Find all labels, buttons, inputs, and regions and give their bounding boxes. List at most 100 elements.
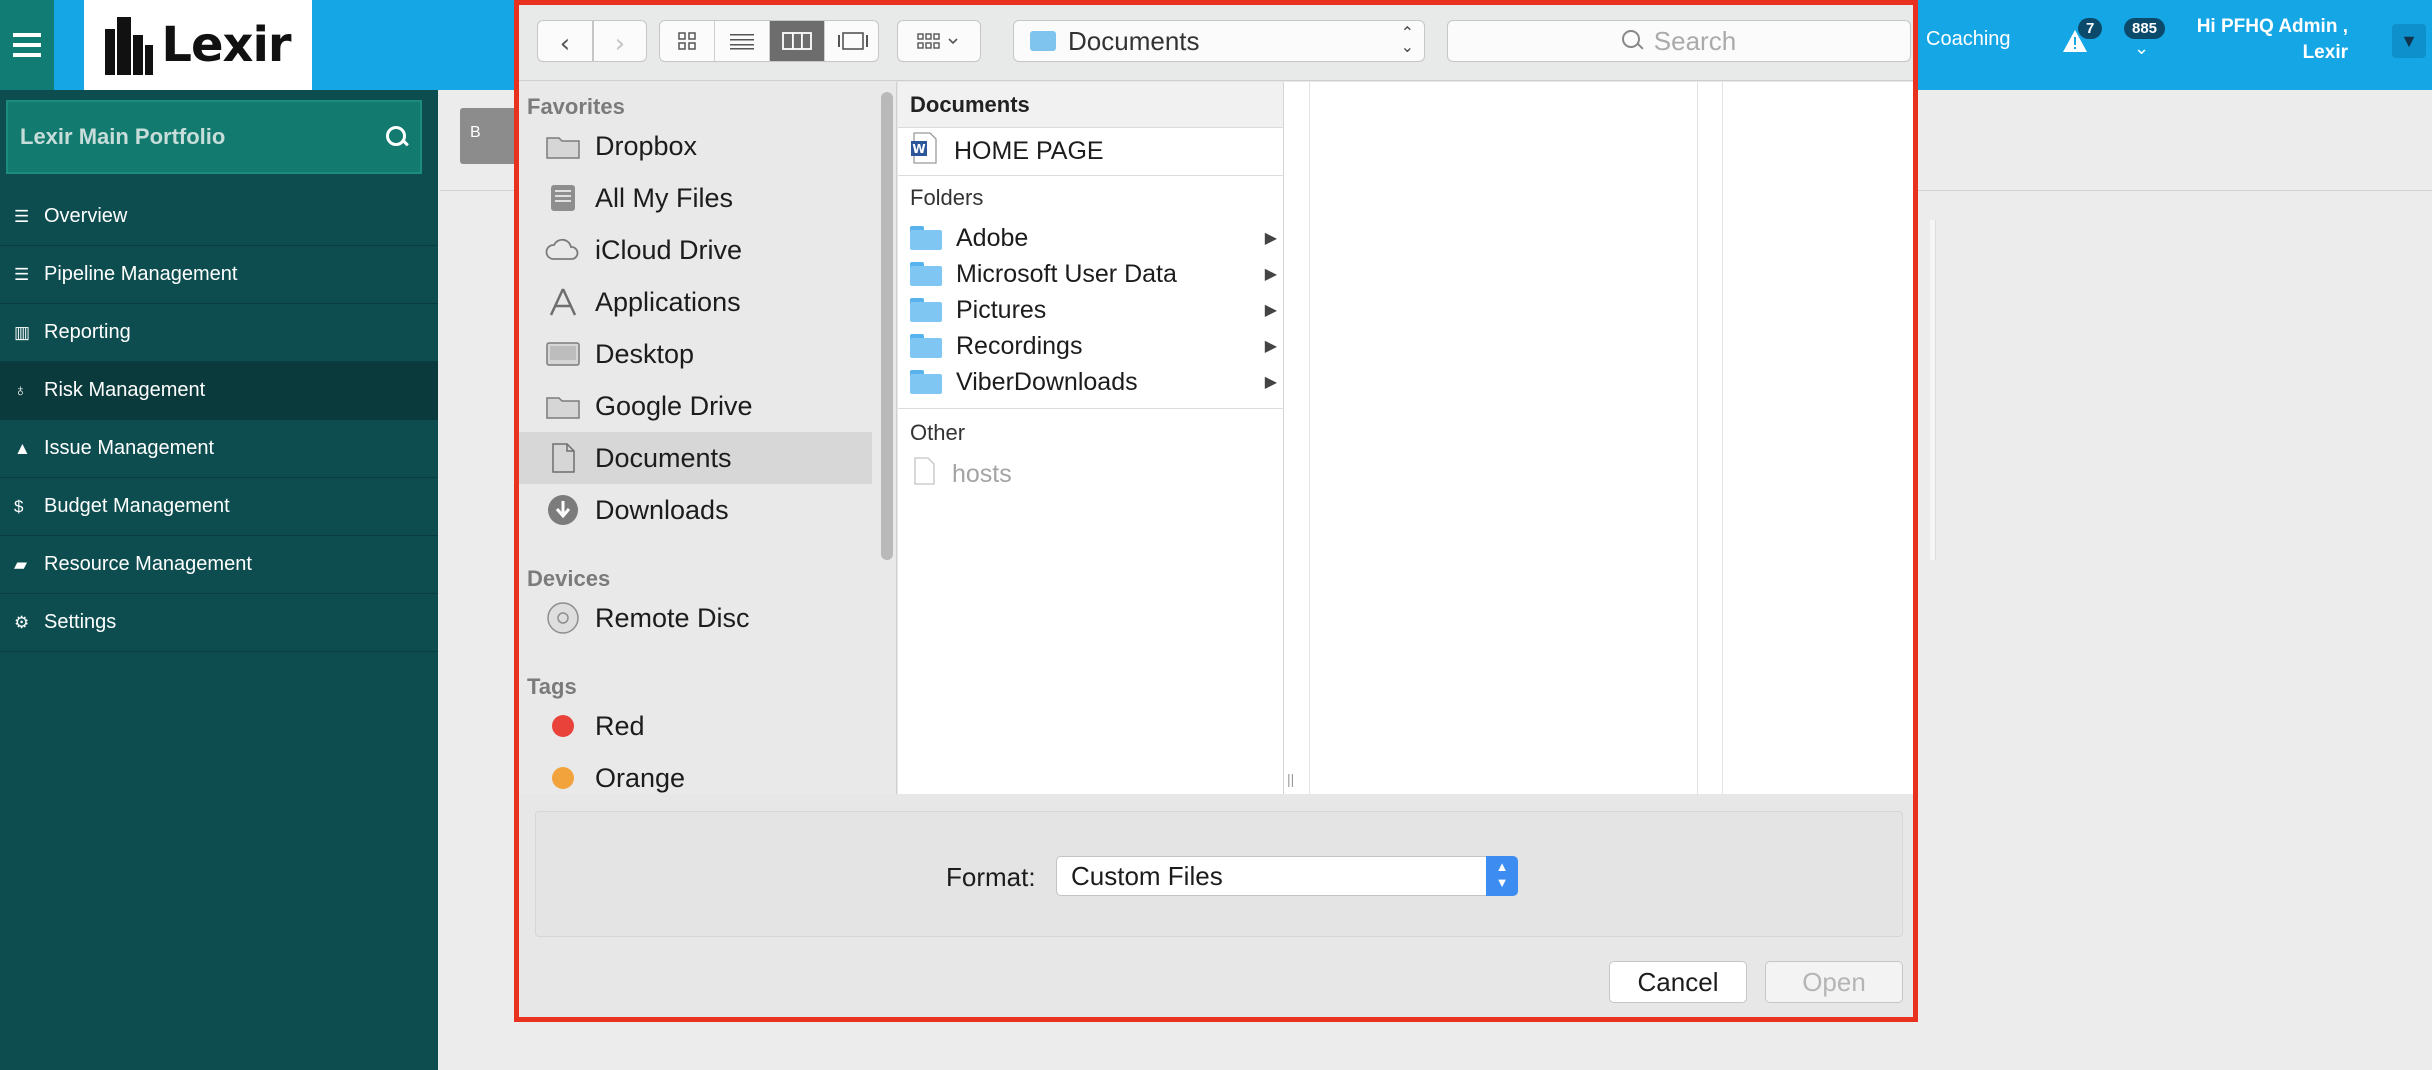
sidebar-item-resource-management[interactable]: ▰ Resource Management [0, 536, 438, 594]
folder-icon [910, 298, 942, 322]
section-divider [898, 408, 1283, 409]
folder-row-adobe[interactable]: Adobe ▶ [898, 220, 1283, 256]
sidebar-tag-red[interactable]: Red [519, 700, 896, 752]
sidebar-item-label: Dropbox [595, 130, 698, 161]
sidebar-item-label: Budget Management [44, 495, 230, 517]
tags-header: Tags [527, 674, 577, 699]
column-view-button[interactable] [770, 21, 825, 61]
columns-icon [782, 32, 812, 50]
svg-text:W: W [912, 142, 925, 156]
folder-row-pictures[interactable]: Pictures ▶ [898, 292, 1283, 328]
folder-row-recordings[interactable]: Recordings ▶ [898, 328, 1283, 364]
folders-section-header: Folders [910, 185, 984, 210]
hamburger-icon [13, 30, 41, 60]
search-icon [1621, 30, 1644, 52]
sidebar-item-risk-management[interactable]: ♁ Risk Management [0, 362, 438, 420]
portfolio-search[interactable]: Lexir Main Portfolio [6, 100, 422, 174]
folder-name: Microsoft User Data [956, 259, 1177, 288]
gears-icon: ⚙ [14, 612, 30, 632]
warning-icon: ▲ [14, 438, 31, 458]
search-icon[interactable] [386, 126, 408, 148]
desktop-icon [545, 338, 581, 370]
sidebar-item-settings[interactable]: ⚙ Settings [0, 594, 438, 652]
sidebar-item-pipeline-management[interactable]: ☰ Pipeline Management [0, 246, 438, 304]
sidebar-item-all-my-files[interactable]: All My Files [519, 172, 896, 224]
nav-coaching-link[interactable]: Coaching [1926, 28, 2011, 51]
sidebar-item-applications[interactable]: Applications [519, 276, 896, 328]
generic-file-icon [910, 456, 938, 493]
folder-icon [910, 370, 942, 394]
format-label: Format: [946, 862, 1036, 892]
folder-row-microsoft-user-data[interactable]: Microsoft User Data ▶ [898, 256, 1283, 292]
column-resize-handle[interactable]: || [1287, 771, 1294, 787]
location-popup[interactable]: Documents ⌃ ⌄ [1013, 20, 1425, 62]
sidebar-item-label: Issue Management [44, 437, 215, 459]
disc-icon [545, 602, 581, 634]
hamburger-menu-button[interactable] [0, 0, 54, 90]
sidebar-scrollbar[interactable] [881, 92, 893, 560]
group-by-dropdown[interactable] [897, 20, 981, 62]
sidebar-item-issue-management[interactable]: ▲ Issue Management [0, 420, 438, 478]
cancel-button[interactable]: Cancel [1609, 961, 1747, 1003]
sidebar-item-remote-disc[interactable]: Remote Disc [519, 592, 896, 644]
disclosure-arrow-icon: ▶ [1264, 338, 1277, 355]
greeting-text: Hi PFHQ Admin , [2196, 16, 2348, 37]
folder-name: Adobe [956, 223, 1029, 252]
up-down-arrows-icon: ▲ ▼ [1486, 856, 1518, 896]
sidebar-item-label: iCloud Drive [595, 234, 743, 265]
chevron-left-icon: ‹ [559, 29, 571, 59]
alerts-count-badge: 7 [2078, 18, 2103, 39]
folder-row-viberdownloads[interactable]: ViberDownloads ▶ [898, 364, 1283, 400]
file-row-home-page[interactable]: W HOME PAGE [898, 128, 1283, 176]
search-field[interactable]: Search [1447, 20, 1911, 62]
search-placeholder: Search [1653, 25, 1737, 56]
sidebar-item-label: Remote Disc [595, 602, 750, 633]
list-icon: ☰ [14, 264, 30, 284]
content-card [1930, 220, 1936, 560]
app-sidebar: Lexir Main Portfolio ☰ Overview ☰ Pipeline… [0, 90, 438, 1070]
sidebar-item-overview[interactable]: ☰ Overview [0, 188, 438, 246]
forward-nav-button[interactable]: › [593, 20, 647, 62]
list-view-button[interactable] [715, 21, 770, 61]
finder-sidebar: Favorites Dropbox All My Files iCloud Dr… [519, 82, 897, 794]
folder-open-icon: ▰ [14, 554, 28, 574]
column-header: Documents [898, 82, 1283, 128]
folder-icon [1030, 31, 1056, 51]
sidebar-item-downloads[interactable]: Downloads [519, 484, 896, 536]
sidebar-item-desktop[interactable]: Desktop [519, 328, 896, 380]
orange-tag-icon [545, 762, 581, 794]
user-menu-caret-button[interactable]: ▼ [2392, 24, 2426, 58]
open-button[interactable]: Open [1765, 961, 1903, 1003]
sidebar-item-budget-management[interactable]: $ Budget Management [0, 478, 438, 536]
bar-chart-icon: ▥ [14, 322, 31, 342]
sidebar-item-label: Risk Management [44, 379, 206, 401]
list-icon [730, 34, 754, 50]
sidebar-item-reporting[interactable]: ▥ Reporting [0, 304, 438, 362]
file-name: hosts [952, 459, 1012, 488]
sidebar-item-label: Documents [595, 442, 732, 473]
notifications-count-badge[interactable]: 885 [2124, 18, 2166, 39]
sidebar-tag-orange[interactable]: Orange [519, 752, 896, 794]
file-row-hosts[interactable]: hosts [898, 449, 1283, 499]
sidebar-item-google-drive[interactable]: Google Drive [519, 380, 896, 432]
sidebar-item-label: Pipeline Management [44, 263, 238, 285]
icon-view-button[interactable] [660, 21, 715, 61]
back-nav-button[interactable]: ‹ [537, 20, 593, 62]
group-grid-icon [917, 33, 958, 49]
red-tag-icon [545, 710, 581, 742]
format-select[interactable]: Custom Files ▲ ▼ [1056, 856, 1518, 896]
all-files-icon [545, 182, 581, 214]
cover-flow-button[interactable] [825, 21, 880, 61]
sidebar-item-dropbox[interactable]: Dropbox [519, 120, 896, 172]
sidebar-item-documents[interactable]: Documents [519, 432, 872, 484]
sidebar-item-label: Desktop [595, 338, 695, 369]
logo-text: Lexir [161, 17, 291, 73]
sidebar-item-label: Red [595, 710, 645, 741]
sidebar-item-icloud-drive[interactable]: iCloud Drive [519, 224, 896, 276]
user-greeting[interactable]: Hi PFHQ Admin , Lexir [2188, 14, 2348, 66]
org-name: Lexir [2302, 42, 2348, 63]
chevron-down-icon: ⌄ [2134, 38, 2150, 58]
file-open-dialog: ‹ › Documents ⌃ ⌄ Search Favorites Dropb… [514, 0, 1918, 1022]
folder-icon [545, 390, 581, 422]
logo[interactable]: Lexir [84, 0, 312, 90]
